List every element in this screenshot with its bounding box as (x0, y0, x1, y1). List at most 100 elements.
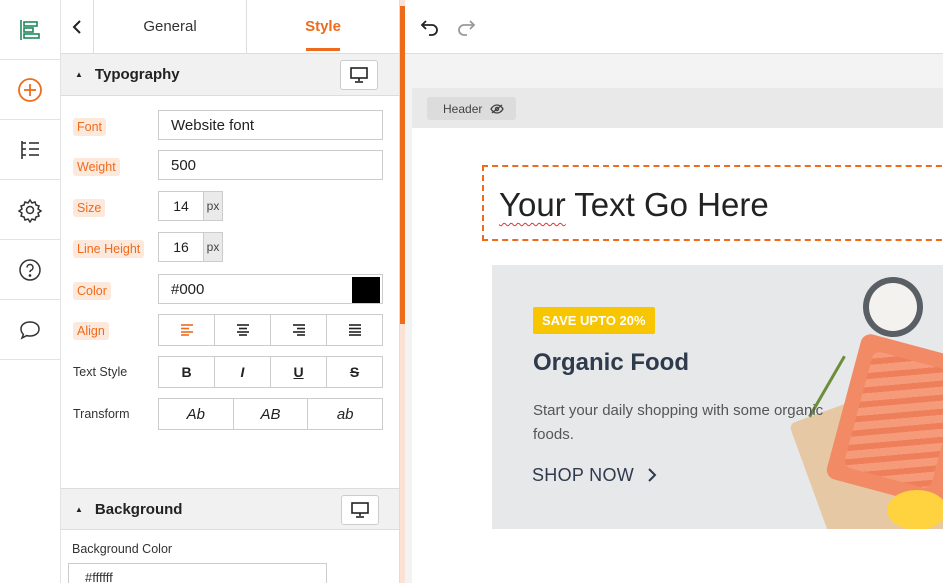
align-left-button[interactable] (159, 315, 214, 345)
header-section[interactable]: Header (412, 88, 943, 128)
list-tree-icon (21, 140, 39, 159)
settings-panel: General Style ▲ Typography Font Website … (61, 0, 400, 583)
align-left-icon (180, 324, 193, 336)
background-color-input[interactable]: #ffffff (68, 563, 327, 583)
size-input[interactable]: 14 px (158, 191, 223, 221)
align-group (158, 314, 383, 346)
editor-canvas: Header Your Text Go Here SAVE UPTO 20% O… (405, 54, 943, 583)
heading-text[interactable]: Your Text Go Here (499, 186, 769, 224)
font-label: Font (73, 118, 107, 136)
capitalize-button[interactable]: Ab (159, 399, 233, 429)
size-value[interactable]: 14 (159, 192, 203, 220)
page-preview: Header Your Text Go Here SAVE UPTO 20% O… (412, 88, 943, 583)
weight-label: Weight (73, 158, 120, 176)
color-input[interactable]: #000 (158, 274, 383, 304)
align-justify-button[interactable] (326, 315, 382, 345)
color-row: Color #000 (61, 274, 399, 306)
banner-description: Start your daily shopping with some orga… (533, 402, 824, 443)
size-label: Size (73, 199, 106, 217)
text-style-label: Text Style (73, 365, 128, 379)
transform-label: Transform (73, 407, 130, 421)
line-height-label: Line Height (73, 240, 145, 258)
section-title: Typography (94, 66, 180, 83)
icon-rail (0, 0, 61, 583)
rail-item-comments[interactable] (0, 300, 60, 360)
header-tag[interactable]: Header (427, 97, 517, 120)
line-height-row: Line Height 16 px (61, 232, 399, 264)
align-row: Align (61, 314, 399, 346)
bold-button[interactable]: B (159, 357, 214, 387)
canvas-toolbar (405, 0, 943, 54)
tab-general[interactable]: General (94, 0, 246, 53)
rail-item-layout[interactable] (0, 0, 60, 60)
selected-text-element[interactable]: Your Text Go Here (482, 165, 943, 241)
shop-now-label: SHOP NOW (532, 465, 635, 485)
size-row: Size 14 px (61, 191, 399, 223)
discount-badge: SAVE UPTO 20% (533, 307, 655, 334)
header-tag-label: Header (443, 101, 483, 116)
eye-off-icon[interactable] (490, 103, 505, 114)
uppercase-button[interactable]: AB (232, 399, 308, 429)
rail-item-structure[interactable] (0, 120, 60, 180)
tab-style[interactable]: Style (246, 0, 399, 53)
underline-button[interactable]: U (270, 357, 326, 387)
line-height-unit: px (203, 233, 222, 261)
panel-tabs: General Style (61, 0, 399, 54)
size-unit: px (203, 192, 222, 220)
transform-group: Ab AB ab (158, 398, 383, 430)
redo-icon (458, 20, 476, 36)
gear-icon (17, 198, 43, 223)
lemon-image (887, 490, 943, 529)
rail-item-add[interactable] (0, 60, 60, 120)
color-swatch[interactable] (352, 277, 380, 303)
redo-button[interactable] (454, 15, 478, 39)
collapse-caret-icon: ▲ (75, 70, 83, 79)
align-center-icon (236, 324, 249, 336)
shop-now-link[interactable]: SHOP NOW (532, 465, 657, 486)
back-button[interactable] (61, 0, 94, 53)
typography-section-header[interactable]: ▲ Typography (61, 54, 399, 96)
device-toggle-button[interactable] (341, 495, 379, 525)
font-row: Font Website font (61, 110, 399, 142)
banner-title: Organic Food (533, 349, 689, 376)
background-section-header[interactable]: ▲ Background (61, 488, 399, 530)
weight-row: Weight 500 (61, 150, 399, 182)
section-title: Background (94, 500, 183, 518)
align-label: Align (73, 322, 109, 340)
strikethrough-button[interactable]: S (326, 357, 382, 387)
align-justify-icon (348, 324, 361, 336)
device-toggle-button[interactable] (340, 60, 378, 90)
chat-icon (20, 320, 40, 340)
promo-banner[interactable]: SAVE UPTO 20% Organic Food Start your da… (492, 265, 943, 529)
rail-item-help[interactable] (0, 240, 60, 300)
rail-item-settings[interactable] (0, 180, 60, 240)
add-circle-icon (18, 77, 42, 102)
salt-image (869, 283, 917, 331)
line-height-input[interactable]: 16 px (158, 232, 223, 262)
color-label: Color (73, 282, 111, 300)
heading-word-misspelled: Your (499, 186, 566, 223)
desktop-icon (350, 67, 368, 83)
undo-button[interactable] (418, 15, 442, 39)
line-height-value[interactable]: 16 (159, 233, 203, 261)
chevron-left-icon (72, 19, 81, 34)
font-select[interactable]: Website font (158, 110, 383, 140)
text-style-group: B I U S (158, 356, 383, 388)
lowercase-button[interactable]: ab (307, 399, 382, 429)
color-value[interactable]: #000 (171, 281, 204, 298)
align-right-icon (292, 324, 305, 336)
undo-icon (420, 20, 438, 36)
chevron-right-icon (648, 468, 657, 482)
heading-rest: Text Go Here (565, 186, 769, 223)
desktop-icon (351, 502, 369, 518)
transform-row: Transform Ab AB ab (61, 398, 399, 430)
italic-button[interactable]: I (214, 357, 270, 387)
align-center-button[interactable] (214, 315, 270, 345)
typography-body: Font Website font Weight 500 Size 14 px … (61, 96, 399, 488)
align-right-button[interactable] (270, 315, 326, 345)
background-color-label: Background Color (72, 542, 173, 556)
weight-select[interactable]: 500 (158, 150, 383, 180)
help-icon (19, 258, 41, 281)
collapse-caret-icon: ▲ (75, 504, 83, 514)
text-style-row: Text Style B I U S (61, 356, 399, 388)
